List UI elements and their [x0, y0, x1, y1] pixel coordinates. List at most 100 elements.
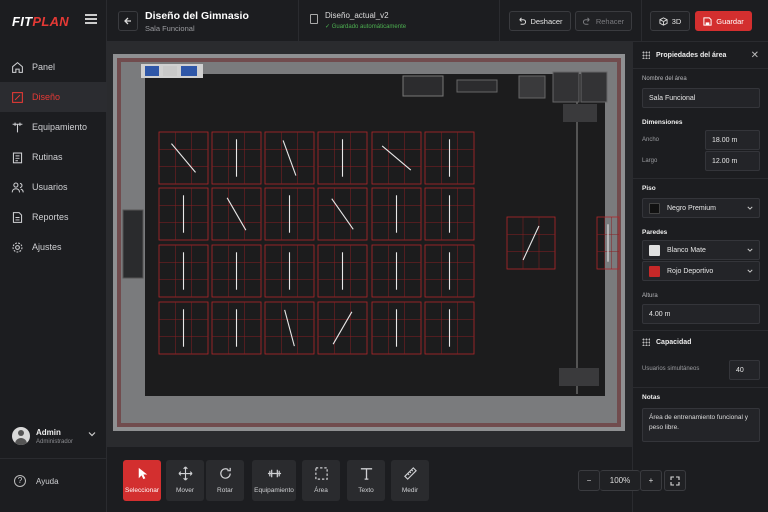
- width-input[interactable]: 18.00 m: [705, 130, 760, 150]
- machine[interactable]: [563, 104, 597, 122]
- help-label: Ayuda: [36, 476, 59, 486]
- floor-heading: Piso: [642, 185, 656, 192]
- sidebar: FITPLAN Panel Diseño Equipamiento Rutina…: [0, 0, 107, 512]
- height-label: Altura: [642, 293, 658, 299]
- text-icon: [360, 468, 372, 480]
- view-3d-button[interactable]: 3D: [650, 11, 690, 31]
- sidebar-item-diseno[interactable]: Diseño: [0, 82, 107, 112]
- divider: [633, 68, 768, 69]
- tool-text[interactable]: Texto: [347, 460, 385, 501]
- file-name[interactable]: Diseño_actual_v2: [325, 11, 389, 20]
- arrow-left-icon: [124, 17, 131, 25]
- length-label: Largo: [642, 158, 658, 164]
- tool-rotate[interactable]: Rotar: [206, 460, 244, 501]
- sidebar-item-label: Usuarios: [32, 182, 68, 192]
- equipment-box: [145, 66, 159, 76]
- sidebar-nav: Panel Diseño Equipamiento Rutinas Usuari…: [0, 52, 107, 262]
- properties-header: Propiedades del área: [642, 51, 726, 59]
- divider: [633, 387, 768, 388]
- machine[interactable]: [518, 75, 546, 99]
- save-button[interactable]: Guardar: [695, 11, 752, 31]
- sidebar-item-panel[interactable]: Panel: [0, 52, 107, 82]
- machine[interactable]: [580, 71, 608, 103]
- help-link[interactable]: ? Ayuda: [14, 475, 59, 487]
- menu-icon[interactable]: [85, 14, 97, 24]
- design-icon: [12, 91, 23, 103]
- back-button[interactable]: [118, 11, 138, 31]
- area-name-label: Nombre del área: [642, 76, 687, 82]
- wall-color-select-2[interactable]: Rojo Deportivo: [642, 261, 760, 281]
- divider: [298, 0, 299, 42]
- file-icon: [310, 14, 318, 24]
- machine[interactable]: [552, 71, 580, 103]
- floor-plan[interactable]: [107, 42, 632, 446]
- zoom-level: 100%: [600, 470, 640, 491]
- app-logo: FITPLAN: [12, 14, 69, 29]
- properties-panel: Propiedades del área ✕ Nombre del área S…: [632, 42, 768, 512]
- machine[interactable]: [559, 368, 599, 386]
- users-label: Usuarios simultáneos: [642, 366, 700, 372]
- sidebar-item-ajustes[interactable]: Ajustes: [0, 232, 107, 262]
- height-input[interactable]: 4.00 m: [642, 304, 760, 324]
- page-subtitle: Sala Funcional: [145, 24, 195, 33]
- length-input[interactable]: 12.00 m: [705, 151, 760, 171]
- sidebar-item-usuarios[interactable]: Usuarios: [0, 172, 107, 202]
- tool-area[interactable]: Área: [302, 460, 340, 501]
- wall-color-select-1[interactable]: Blanco Mate: [642, 240, 760, 260]
- floor-area[interactable]: [145, 74, 605, 396]
- tool-move[interactable]: Mover: [166, 460, 204, 501]
- chevron-down-icon: [747, 248, 753, 252]
- zoom-in-button[interactable]: +: [640, 470, 662, 491]
- sidebar-item-label: Equipamiento: [32, 122, 88, 132]
- floor-select[interactable]: Negro Premium: [642, 198, 760, 218]
- divider: [633, 330, 768, 331]
- area-name-input[interactable]: Sala Funcional: [642, 88, 760, 108]
- clipboard-icon: [12, 152, 23, 163]
- expand-icon: [670, 475, 680, 486]
- fullscreen-button[interactable]: [664, 470, 686, 491]
- sidebar-item-reportes[interactable]: Reportes: [0, 202, 107, 232]
- users-input[interactable]: 40: [729, 360, 760, 380]
- chevron-down-icon: [88, 432, 96, 437]
- door: [122, 209, 144, 279]
- users-icon: [11, 182, 24, 192]
- cursor-icon: [138, 467, 147, 480]
- tool-measure[interactable]: Medir: [391, 460, 429, 501]
- width-label: Ancho: [642, 137, 660, 143]
- notes-textarea[interactable]: Área de entrenamiento funcional y peso l…: [642, 408, 760, 442]
- gear-icon: [12, 242, 23, 252]
- home-icon: [12, 61, 23, 73]
- chevron-down-icon: [747, 269, 753, 273]
- undo-button[interactable]: Deshacer: [509, 11, 571, 31]
- grid-dots-icon: [642, 51, 650, 59]
- user-name: Admin: [36, 427, 61, 437]
- equipment-box: [181, 66, 197, 76]
- sidebar-divider: [0, 458, 107, 459]
- sidebar-item-rutinas[interactable]: Rutinas: [0, 142, 107, 172]
- move-icon: [178, 466, 192, 481]
- dimensions-heading: Dimensiones: [642, 119, 683, 126]
- wall-color-swatch: [649, 244, 660, 256]
- redo-button[interactable]: Rehacer: [575, 11, 632, 31]
- sidebar-item-label: Reportes: [32, 212, 69, 222]
- rotate-icon: [219, 467, 231, 479]
- tool-bar: Seleccionar Mover Rotar Equipamiento Áre…: [107, 446, 686, 512]
- zoom-out-button[interactable]: −: [578, 470, 600, 491]
- sidebar-item-label: Ajustes: [32, 242, 62, 252]
- user-menu[interactable]: Admin Administrador: [12, 424, 102, 448]
- dumbbell-rack[interactable]: [456, 79, 498, 93]
- grid-dots-icon: [642, 338, 650, 346]
- top-bar: Diseño del Gimnasio Sala Funcional Diseñ…: [107, 0, 768, 42]
- page-title: Diseño del Gimnasio: [145, 10, 249, 22]
- sidebar-item-equipamiento[interactable]: Equipamiento: [0, 112, 107, 142]
- floor-plan-canvas[interactable]: [107, 42, 632, 446]
- dumbbell-rack[interactable]: [402, 75, 444, 97]
- area-icon: [314, 467, 328, 480]
- close-icon[interactable]: ✕: [751, 50, 759, 61]
- tool-equipment[interactable]: Equipamiento: [252, 460, 296, 501]
- tool-select[interactable]: Seleccionar: [123, 460, 161, 501]
- floor-color-swatch: [649, 202, 660, 214]
- redo-icon: [582, 17, 590, 25]
- avatar: [12, 427, 30, 445]
- save-status: ✓ Guardado automáticamente: [325, 24, 407, 30]
